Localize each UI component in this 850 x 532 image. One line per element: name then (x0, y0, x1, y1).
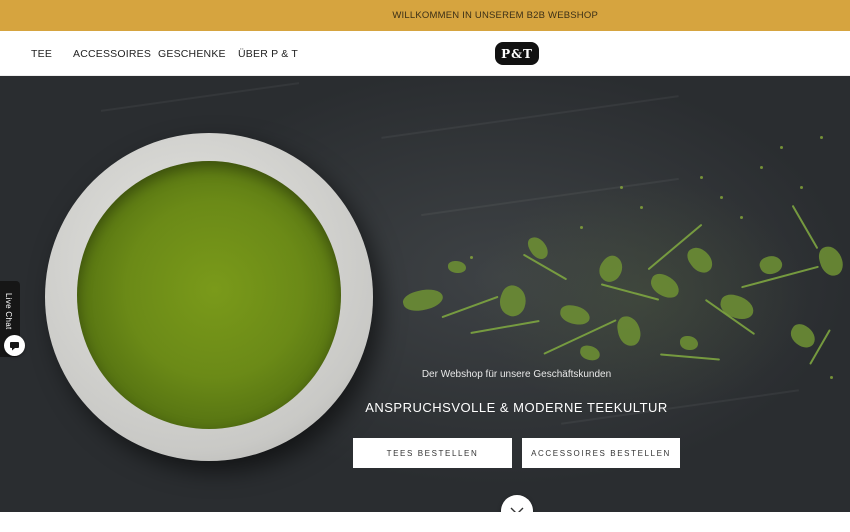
announcement-text: WILLKOMMEN IN UNSEREM B2B WEBSHOP (392, 10, 598, 21)
main-navigation: TEE ACCESSOIRES GESCHENKE ÜBER P & T P&T (0, 31, 850, 76)
slate-texture (381, 95, 679, 139)
chat-bubble-icon (10, 341, 19, 350)
hero-subtitle: Der Webshop für unsere Geschäftskunden (421, 369, 612, 380)
order-accessories-button[interactable]: ACCESSOIRES BESTELLEN (522, 438, 680, 468)
nav-item-ueber-p-und-t[interactable]: ÜBER P & T (238, 48, 298, 60)
slate-texture (421, 177, 679, 217)
order-teas-button[interactable]: TEES BESTELLEN (353, 438, 512, 468)
nav-item-tee[interactable]: TEE (31, 48, 52, 60)
live-chat-label: Live Chat (4, 293, 13, 330)
scroll-down-button[interactable] (501, 495, 533, 512)
chevron-down-icon (510, 507, 524, 512)
announcement-bar: WILLKOMMEN IN UNSEREM B2B WEBSHOP (0, 0, 850, 31)
slate-texture (100, 82, 300, 112)
nav-item-accessoires[interactable]: ACCESSOIRES (73, 48, 151, 60)
hero-banner: Der Webshop für unsere Geschäftskunden A… (0, 76, 850, 512)
green-tea-liquid (77, 161, 341, 429)
brand-logo[interactable]: P&T (495, 42, 539, 65)
live-chat-button[interactable] (4, 335, 25, 356)
nav-item-geschenke[interactable]: GESCHENKE (158, 48, 226, 60)
hero-title: ANSPRUCHSVOLLE & MODERNE TEEKULTUR (365, 400, 668, 415)
